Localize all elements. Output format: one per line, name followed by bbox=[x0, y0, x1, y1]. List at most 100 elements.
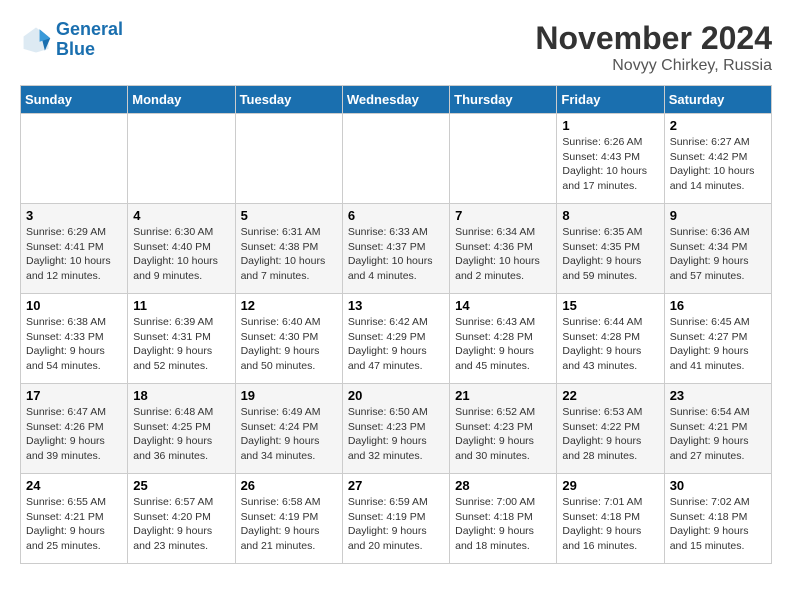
day-number: 13 bbox=[348, 298, 444, 313]
title-block: November 2024 Novyy Chirkey, Russia bbox=[535, 20, 772, 75]
day-number: 16 bbox=[670, 298, 766, 313]
day-number: 23 bbox=[670, 388, 766, 403]
day-info: Sunrise: 6:55 AM Sunset: 4:21 PM Dayligh… bbox=[26, 495, 122, 554]
calendar-cell: 7 Sunrise: 6:34 AM Sunset: 4:36 PM Daylig… bbox=[450, 204, 557, 294]
logo-text: General Blue bbox=[56, 20, 123, 60]
calendar-cell: 30 Sunrise: 7:02 AM Sunset: 4:18 PM Dayli… bbox=[664, 474, 771, 564]
day-number: 21 bbox=[455, 388, 551, 403]
calendar-cell: 1 Sunrise: 6:26 AM Sunset: 4:43 PM Daylig… bbox=[557, 114, 664, 204]
day-number: 30 bbox=[670, 478, 766, 493]
calendar-cell: 15 Sunrise: 6:44 AM Sunset: 4:28 PM Dayli… bbox=[557, 294, 664, 384]
logo-line2: Blue bbox=[56, 39, 95, 59]
day-info: Sunrise: 6:39 AM Sunset: 4:31 PM Dayligh… bbox=[133, 315, 229, 374]
calendar-cell: 2 Sunrise: 6:27 AM Sunset: 4:42 PM Daylig… bbox=[664, 114, 771, 204]
day-number: 8 bbox=[562, 208, 658, 223]
day-info: Sunrise: 6:57 AM Sunset: 4:20 PM Dayligh… bbox=[133, 495, 229, 554]
calendar-cell: 29Sunrise: 7:01 AM Sunset: 4:18 PM Dayli… bbox=[557, 474, 664, 564]
day-info: Sunrise: 6:29 AM Sunset: 4:41 PM Dayligh… bbox=[26, 225, 122, 284]
day-number: 2 bbox=[670, 118, 766, 133]
day-info: Sunrise: 6:27 AM Sunset: 4:42 PM Dayligh… bbox=[670, 135, 766, 194]
day-info: Sunrise: 6:40 AM Sunset: 4:30 PM Dayligh… bbox=[241, 315, 337, 374]
day-info: Sunrise: 6:38 AM Sunset: 4:33 PM Dayligh… bbox=[26, 315, 122, 374]
day-info: Sunrise: 6:31 AM Sunset: 4:38 PM Dayligh… bbox=[241, 225, 337, 284]
calendar-cell: 23 Sunrise: 6:54 AM Sunset: 4:21 PM Dayli… bbox=[664, 384, 771, 474]
calendar-cell: 16 Sunrise: 6:45 AM Sunset: 4:27 PM Dayli… bbox=[664, 294, 771, 384]
day-info: Sunrise: 6:30 AM Sunset: 4:40 PM Dayligh… bbox=[133, 225, 229, 284]
calendar-cell: 27 Sunrise: 6:59 AM Sunset: 4:19 PM Dayli… bbox=[342, 474, 449, 564]
day-number: 17 bbox=[26, 388, 122, 403]
weekday-header: Monday bbox=[128, 86, 235, 114]
weekday-header: Friday bbox=[557, 86, 664, 114]
day-number: 22 bbox=[562, 388, 658, 403]
day-info: Sunrise: 6:50 AM Sunset: 4:23 PM Dayligh… bbox=[348, 405, 444, 464]
calendar-cell: 14Sunrise: 6:43 AM Sunset: 4:28 PM Dayli… bbox=[450, 294, 557, 384]
calendar-cell: 3 Sunrise: 6:29 AM Sunset: 4:41 PM Daylig… bbox=[21, 204, 128, 294]
calendar-cell bbox=[235, 114, 342, 204]
day-info: Sunrise: 6:47 AM Sunset: 4:26 PM Dayligh… bbox=[26, 405, 122, 464]
day-info: Sunrise: 7:02 AM Sunset: 4:18 PM Dayligh… bbox=[670, 495, 766, 554]
location: Novyy Chirkey, Russia bbox=[535, 57, 772, 75]
day-number: 25 bbox=[133, 478, 229, 493]
day-number: 12 bbox=[241, 298, 337, 313]
logo-icon bbox=[20, 24, 52, 56]
calendar-cell: 17 Sunrise: 6:47 AM Sunset: 4:26 PM Dayli… bbox=[21, 384, 128, 474]
day-number: 6 bbox=[348, 208, 444, 223]
day-info: Sunrise: 6:59 AM Sunset: 4:19 PM Dayligh… bbox=[348, 495, 444, 554]
day-info: Sunrise: 6:54 AM Sunset: 4:21 PM Dayligh… bbox=[670, 405, 766, 464]
calendar-cell: 22 Sunrise: 6:53 AM Sunset: 4:22 PM Dayli… bbox=[557, 384, 664, 474]
day-info: Sunrise: 6:34 AM Sunset: 4:36 PM Dayligh… bbox=[455, 225, 551, 284]
calendar-week-row: 1 Sunrise: 6:26 AM Sunset: 4:43 PM Daylig… bbox=[21, 114, 772, 204]
calendar-cell: 25 Sunrise: 6:57 AM Sunset: 4:20 PM Dayli… bbox=[128, 474, 235, 564]
day-info: Sunrise: 6:26 AM Sunset: 4:43 PM Dayligh… bbox=[562, 135, 658, 194]
day-info: Sunrise: 6:35 AM Sunset: 4:35 PM Dayligh… bbox=[562, 225, 658, 284]
calendar-cell: 9 Sunrise: 6:36 AM Sunset: 4:34 PM Daylig… bbox=[664, 204, 771, 294]
header-row: SundayMondayTuesdayWednesdayThursdayFrid… bbox=[21, 86, 772, 114]
day-number: 5 bbox=[241, 208, 337, 223]
calendar-week-row: 3 Sunrise: 6:29 AM Sunset: 4:41 PM Daylig… bbox=[21, 204, 772, 294]
day-number: 19 bbox=[241, 388, 337, 403]
day-number: 26 bbox=[241, 478, 337, 493]
calendar-week-row: 24 Sunrise: 6:55 AM Sunset: 4:21 PM Dayli… bbox=[21, 474, 772, 564]
day-info: Sunrise: 6:45 AM Sunset: 4:27 PM Dayligh… bbox=[670, 315, 766, 374]
calendar-table: SundayMondayTuesdayWednesdayThursdayFrid… bbox=[20, 85, 772, 564]
calendar-cell: 21 Sunrise: 6:52 AM Sunset: 4:23 PM Dayli… bbox=[450, 384, 557, 474]
calendar-cell: 8 Sunrise: 6:35 AM Sunset: 4:35 PM Daylig… bbox=[557, 204, 664, 294]
calendar-week-row: 10 Sunrise: 6:38 AM Sunset: 4:33 PM Dayli… bbox=[21, 294, 772, 384]
day-number: 4 bbox=[133, 208, 229, 223]
calendar-cell: 18Sunrise: 6:48 AM Sunset: 4:25 PM Dayli… bbox=[128, 384, 235, 474]
day-info: Sunrise: 6:53 AM Sunset: 4:22 PM Dayligh… bbox=[562, 405, 658, 464]
calendar-body: 1 Sunrise: 6:26 AM Sunset: 4:43 PM Daylig… bbox=[21, 114, 772, 564]
page-header: General Blue November 2024 Novyy Chirkey… bbox=[20, 20, 772, 75]
day-info: Sunrise: 6:33 AM Sunset: 4:37 PM Dayligh… bbox=[348, 225, 444, 284]
day-info: Sunrise: 6:52 AM Sunset: 4:23 PM Dayligh… bbox=[455, 405, 551, 464]
calendar-cell: 19Sunrise: 6:49 AM Sunset: 4:24 PM Dayli… bbox=[235, 384, 342, 474]
calendar-cell: 28Sunrise: 7:00 AM Sunset: 4:18 PM Dayli… bbox=[450, 474, 557, 564]
calendar-cell: 13Sunrise: 6:42 AM Sunset: 4:29 PM Dayli… bbox=[342, 294, 449, 384]
day-number: 29 bbox=[562, 478, 658, 493]
day-number: 10 bbox=[26, 298, 122, 313]
calendar-cell bbox=[128, 114, 235, 204]
day-number: 9 bbox=[670, 208, 766, 223]
calendar-week-row: 17 Sunrise: 6:47 AM Sunset: 4:26 PM Dayli… bbox=[21, 384, 772, 474]
day-number: 3 bbox=[26, 208, 122, 223]
day-number: 18 bbox=[133, 388, 229, 403]
calendar-cell: 5 Sunrise: 6:31 AM Sunset: 4:38 PM Daylig… bbox=[235, 204, 342, 294]
day-info: Sunrise: 6:44 AM Sunset: 4:28 PM Dayligh… bbox=[562, 315, 658, 374]
day-info: Sunrise: 6:58 AM Sunset: 4:19 PM Dayligh… bbox=[241, 495, 337, 554]
day-info: Sunrise: 6:36 AM Sunset: 4:34 PM Dayligh… bbox=[670, 225, 766, 284]
day-number: 15 bbox=[562, 298, 658, 313]
calendar-header: SundayMondayTuesdayWednesdayThursdayFrid… bbox=[21, 86, 772, 114]
day-number: 27 bbox=[348, 478, 444, 493]
day-number: 14 bbox=[455, 298, 551, 313]
day-number: 7 bbox=[455, 208, 551, 223]
day-number: 24 bbox=[26, 478, 122, 493]
day-number: 1 bbox=[562, 118, 658, 133]
calendar-cell: 4 Sunrise: 6:30 AM Sunset: 4:40 PM Daylig… bbox=[128, 204, 235, 294]
day-number: 20 bbox=[348, 388, 444, 403]
calendar-cell bbox=[342, 114, 449, 204]
calendar-cell: 12 Sunrise: 6:40 AM Sunset: 4:30 PM Dayli… bbox=[235, 294, 342, 384]
calendar-cell: 26 Sunrise: 6:58 AM Sunset: 4:19 PM Dayli… bbox=[235, 474, 342, 564]
calendar-cell bbox=[21, 114, 128, 204]
weekday-header: Thursday bbox=[450, 86, 557, 114]
calendar-cell: 11Sunrise: 6:39 AM Sunset: 4:31 PM Dayli… bbox=[128, 294, 235, 384]
